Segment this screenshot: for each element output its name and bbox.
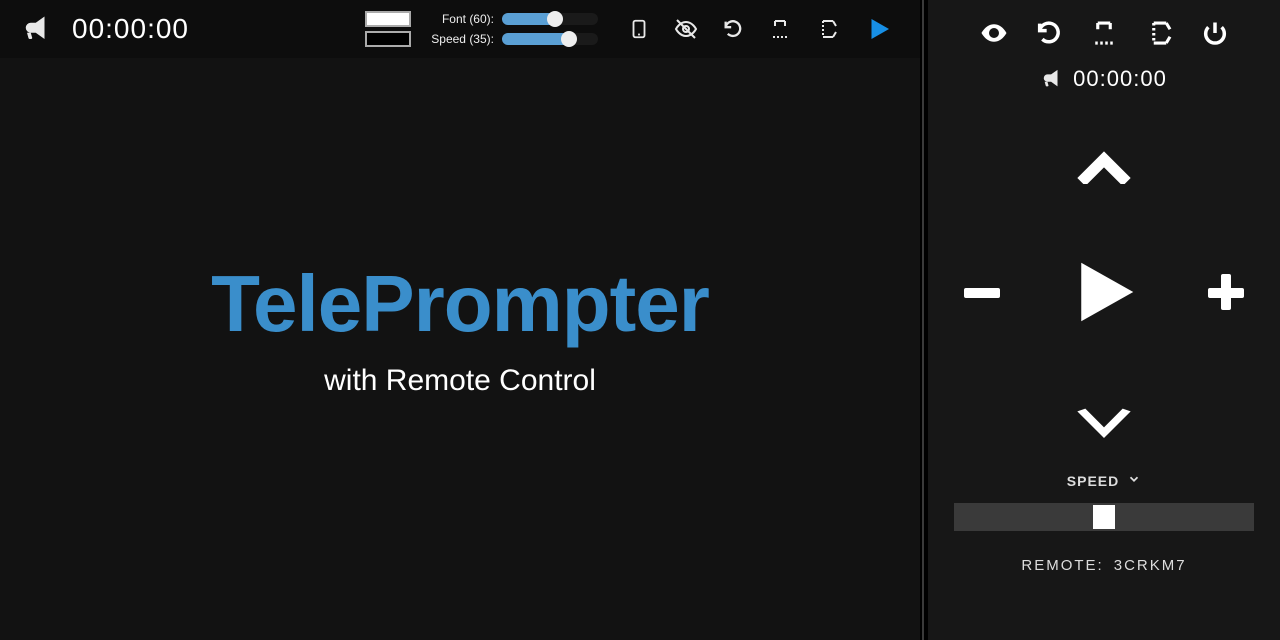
minus-button[interactable] [958,268,1006,316]
background-color-swatch[interactable] [365,31,411,47]
main-topbar: 00:00:00 Font (60): Speed (35): [0,0,920,58]
scroll-speed-label: Speed (35): [431,32,494,46]
undo-icon[interactable] [1035,19,1063,47]
pane-divider[interactable] [920,0,928,640]
speed-down-button[interactable] [1072,400,1136,444]
font-size-slider[interactable] [502,13,598,25]
remote-play-button[interactable] [1065,253,1143,331]
flip-vertical-icon[interactable] [816,17,840,41]
speed-up-button[interactable] [1072,140,1136,184]
font-size-label: Font (60): [442,12,494,26]
bullhorn-icon [22,14,52,44]
eye-slash-icon[interactable] [674,17,698,41]
flip-horizontal-icon[interactable] [768,17,792,41]
flip-horizontal-icon[interactable] [1089,18,1119,48]
flip-vertical-icon[interactable] [1145,18,1175,48]
remote-timer: 00:00:00 [1073,66,1167,92]
remote-code-value: 3CRKM7 [1114,557,1187,574]
slider-block: Font (60): Speed (35): [431,12,598,46]
script-title: TelePrompter [211,258,709,350]
play-button[interactable] [864,14,894,44]
speed-section-header[interactable]: SPEED [1067,472,1141,489]
scroll-speed-slider[interactable] [502,33,598,45]
remote-speed-slider[interactable] [954,503,1254,531]
main-timer: 00:00:00 [72,13,189,45]
tablet-icon[interactable] [628,18,650,40]
eye-icon[interactable] [979,18,1009,48]
text-color-swatch[interactable] [365,11,411,27]
speed-label: SPEED [1067,473,1119,489]
direction-pad [954,132,1254,452]
power-icon[interactable] [1201,19,1229,47]
chevron-down-icon [1127,472,1141,489]
plus-button[interactable] [1202,268,1250,316]
remote-code-label: REMOTE: [1021,557,1103,574]
script-viewport: TelePrompter with Remote Control [0,58,920,640]
remote-code-row: REMOTE: 3CRKM7 [1021,557,1186,574]
main-pane: 00:00:00 Font (60): Speed (35): [0,0,920,640]
color-swatches [365,11,411,47]
script-subtitle: with Remote Control [324,364,596,398]
remote-iconbar [979,18,1229,48]
bullhorn-icon [1041,68,1063,90]
remote-pane: 00:00:00 SPEED REM [928,0,1280,640]
remote-timer-row: 00:00:00 [1041,66,1167,92]
undo-icon[interactable] [722,18,744,40]
